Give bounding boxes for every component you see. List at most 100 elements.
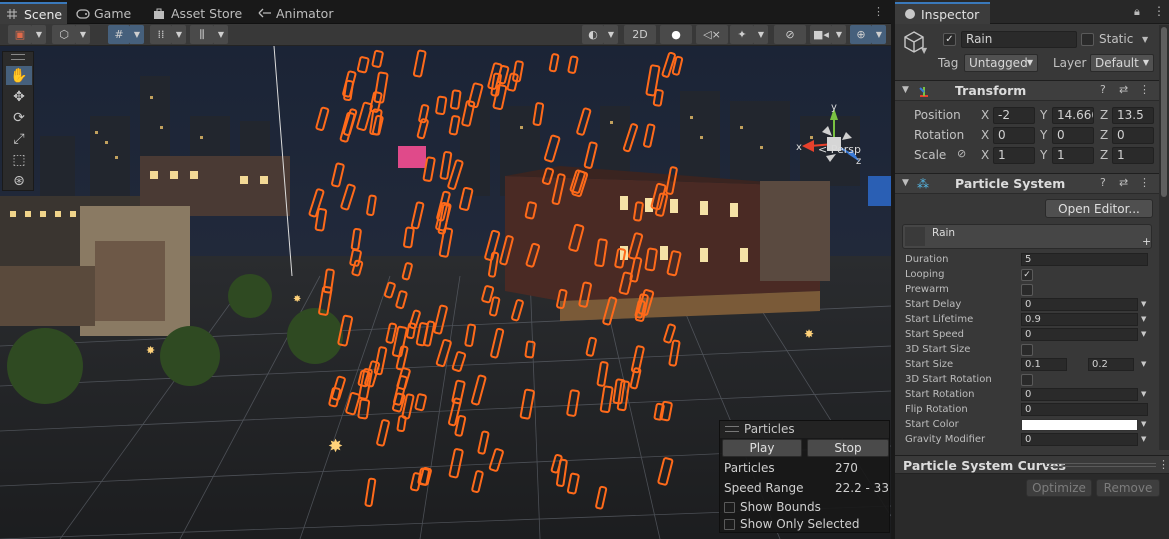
chevron-down-icon[interactable]: ▼ — [1141, 420, 1146, 428]
layer-dropdown[interactable]: Default ▼ — [1090, 54, 1154, 72]
tab-menu-icon[interactable]: ⋮ — [873, 5, 884, 18]
component-menu-icon[interactable]: ⋮ — [1139, 176, 1150, 189]
audio-toggle-button[interactable]: ◁× — [696, 25, 728, 44]
help-icon[interactable]: ? — [1100, 176, 1106, 189]
position-y-input[interactable]: 14.666 — [1052, 107, 1094, 124]
main-module-header[interactable]: Rain + — [902, 224, 1152, 249]
snap-button[interactable]: ⁞⁞ — [150, 25, 172, 44]
lock-icon[interactable]: 🔒︎ — [1134, 5, 1140, 19]
presets-icon[interactable]: ⇄ — [1119, 83, 1128, 96]
ps-value-input[interactable]: 5 — [1021, 253, 1148, 266]
add-module-icon[interactable]: + — [1142, 235, 1151, 248]
curves-panel-header[interactable]: Particle System Curves ⋮ — [895, 455, 1169, 474]
chevron-down-icon[interactable]: ▼ — [1141, 300, 1146, 308]
presets-icon[interactable]: ⇄ — [1119, 176, 1128, 189]
fold-arrow-icon[interactable]: ▼ — [902, 85, 909, 95]
ps-value-input[interactable]: 0 — [1021, 433, 1138, 446]
transform-component-header[interactable]: ▼ Transform ? ⇄ ⋮ — [895, 80, 1159, 101]
ps-value-input[interactable]: 0.9 — [1021, 313, 1138, 326]
shading-sphere-dropdown[interactable]: ▼ — [604, 25, 618, 44]
static-checkbox[interactable] — [1081, 33, 1094, 46]
camera-button[interactable]: ■◂ — [810, 25, 832, 44]
chevron-down-icon[interactable]: ▼ — [1141, 435, 1146, 443]
render-mode-button[interactable]: ⬡ — [52, 25, 76, 44]
link-icon[interactable]: ⊘ — [957, 147, 966, 160]
position-x-input[interactable]: -2 — [993, 107, 1035, 124]
show-only-selected-toggle[interactable]: Show Only Selected — [724, 517, 884, 531]
object-name-input[interactable]: Rain — [961, 31, 1077, 48]
remove-button[interactable]: Remove — [1096, 479, 1160, 497]
scale-tool-button[interactable]: ⤢ — [6, 129, 32, 148]
ps-value-input[interactable]: 0 — [1021, 403, 1148, 416]
hand-tool-button[interactable]: ✋ — [6, 66, 32, 85]
grid-toggle-button[interactable]: # — [108, 25, 130, 44]
draw-mode-button[interactable]: ▣ — [8, 25, 32, 44]
ps-checkbox[interactable]: ✓ — [1021, 269, 1033, 281]
ps-value-input[interactable]: 0 — [1021, 388, 1138, 401]
inspector-scrollbar[interactable] — [1159, 25, 1169, 450]
play-button[interactable]: Play — [722, 439, 802, 457]
ps-value-input[interactable]: 0 — [1021, 328, 1138, 341]
ps-max-input[interactable]: 0.2 — [1088, 358, 1134, 371]
draw-mode-dropdown[interactable]: ▼ — [32, 25, 46, 44]
snap-dropdown[interactable]: ▼ — [172, 25, 186, 44]
position-z-input[interactable]: 13.5 — [1112, 107, 1154, 124]
checkbox[interactable] — [724, 518, 735, 530]
scale-y-input[interactable]: 1 — [1052, 147, 1094, 164]
projection-label[interactable]: < Persp — [818, 143, 861, 156]
particle-system-component-header[interactable]: ▼ ⁂ Particle System ? ⇄ ⋮ — [895, 173, 1159, 194]
gizmos-button[interactable]: ⊕ — [850, 25, 872, 44]
effects-dropdown[interactable]: ▼ — [754, 25, 768, 44]
tab-game[interactable]: Game — [76, 2, 146, 24]
open-editor-button[interactable]: Open Editor... — [1045, 199, 1153, 218]
tab-animator[interactable]: Animator — [258, 2, 338, 24]
rect-tool-button[interactable]: ⬚ — [6, 150, 32, 169]
hidden-objects-button[interactable]: ⊘ — [774, 25, 806, 44]
ps-min-input[interactable]: 0.1 — [1021, 358, 1067, 371]
move-tool-button[interactable]: ✥ — [6, 87, 32, 106]
tab-inspector[interactable]: Inspector — [895, 2, 990, 24]
ps-checkbox[interactable] — [1021, 374, 1033, 386]
color-swatch[interactable] — [1021, 419, 1138, 431]
optimize-button[interactable]: Optimize — [1026, 479, 1092, 497]
show-bounds-toggle[interactable]: Show Bounds — [724, 500, 884, 514]
rotation-y-input[interactable]: 0 — [1052, 127, 1094, 144]
increment-snap-dropdown[interactable]: ▼ — [214, 25, 228, 44]
tag-dropdown[interactable]: Untagged ▼ — [964, 54, 1038, 72]
icon-dropdown-arrow[interactable]: ▼ — [921, 46, 927, 55]
scale-z-input[interactable]: 1 — [1112, 147, 1154, 164]
render-mode-dropdown[interactable]: ▼ — [76, 25, 90, 44]
static-dropdown-arrow[interactable]: ▼ — [1142, 35, 1148, 44]
rotation-z-input[interactable]: 0 — [1112, 127, 1154, 144]
grid-dropdown[interactable]: ▼ — [130, 25, 144, 44]
component-menu-icon[interactable]: ⋮ — [1139, 83, 1150, 96]
rotate-tool-button[interactable]: ⟳ — [6, 108, 32, 127]
camera-dropdown[interactable]: ▼ — [832, 25, 846, 44]
menu-icon[interactable]: ⋮ — [1153, 4, 1165, 18]
checkbox[interactable] — [724, 501, 735, 513]
chevron-down-icon[interactable]: ▼ — [1141, 315, 1146, 323]
tab-asset-store[interactable]: Asset Store — [153, 2, 248, 24]
chevron-down-icon[interactable]: ▼ — [1141, 390, 1146, 398]
effects-button[interactable]: ✦ — [730, 25, 754, 44]
stop-button[interactable]: Stop — [807, 439, 889, 457]
gizmos-dropdown[interactable]: ▼ — [872, 25, 886, 44]
rotation-x-input[interactable]: 0 — [993, 127, 1035, 144]
curves-area[interactable]: Optimize Remove — [895, 474, 1169, 539]
grip-icon[interactable] — [1046, 463, 1156, 467]
menu-icon[interactable]: ⋮ — [1158, 458, 1169, 471]
scrollbar-thumb[interactable] — [1161, 27, 1167, 197]
active-checkbox[interactable]: ✓ — [943, 33, 956, 46]
shading-sphere-button[interactable]: ◐ — [582, 25, 604, 44]
transform-tool-button[interactable]: ⊛ — [6, 171, 32, 190]
lighting-toggle-button[interactable]: ● — [660, 25, 692, 44]
tab-scene[interactable]: Scene — [0, 2, 67, 24]
mode-2d-button[interactable]: 2D — [624, 25, 656, 44]
ps-value-input[interactable]: 0 — [1021, 298, 1138, 311]
scale-x-input[interactable]: 1 — [993, 147, 1035, 164]
chevron-down-icon[interactable]: ▼ — [1141, 330, 1146, 338]
ps-checkbox[interactable] — [1021, 284, 1033, 296]
panel-grip-icon[interactable] — [11, 54, 25, 60]
chevron-down-icon[interactable]: ▼ — [1141, 360, 1146, 368]
help-icon[interactable]: ? — [1100, 83, 1106, 96]
